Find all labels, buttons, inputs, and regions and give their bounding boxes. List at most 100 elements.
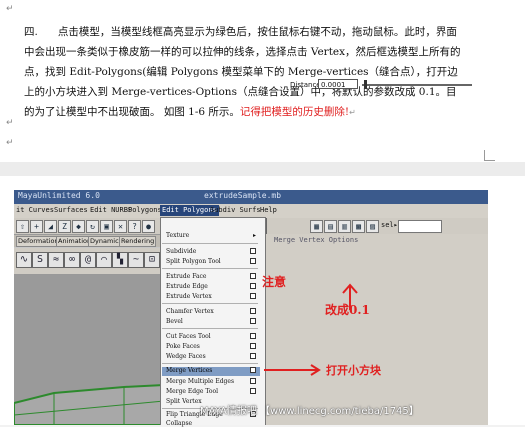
sel-input[interactable]	[398, 220, 442, 233]
menu-item-label: Merge Vertices	[166, 367, 213, 374]
menu-item-label: Split Polygon Tool	[166, 258, 221, 265]
right-arrow-icon	[264, 364, 321, 376]
s-curve-icon[interactable]: S	[32, 252, 48, 268]
menu-item-label: Subdivide	[166, 248, 197, 255]
menu-item-label: Split Vertex	[166, 398, 202, 405]
menu-item-label: Extrude Face	[166, 273, 207, 280]
viewport[interactable]	[14, 275, 165, 425]
spiral-icon[interactable]: @	[80, 252, 96, 268]
shelf: ∿ S ≈ ∞ @ ⌒ ▚ ~ ⊡	[14, 248, 164, 275]
menu-separator	[162, 243, 258, 244]
option-box-icon[interactable]	[250, 333, 256, 339]
menu-item-label: Merge Edge Tool	[166, 388, 219, 395]
menu-item-label: Texture	[166, 232, 190, 239]
menu-item-label: Cut Faces Tool	[166, 333, 211, 340]
menu-item-merge-edge-tool[interactable]: Merge Edge Tool	[166, 388, 260, 395]
option-box-icon[interactable]	[250, 283, 256, 289]
distance-label: Distance	[290, 81, 321, 89]
tilde-icon[interactable]: ~	[128, 252, 144, 268]
menu-item-label: Collapse	[166, 420, 193, 427]
window-titlebar: MayaUnlimited 6.0 extrudeSample.mb	[14, 190, 488, 204]
tab-rendering[interactable]: Rendering	[119, 236, 157, 247]
arc-icon[interactable]: ⌒	[96, 252, 112, 268]
window-title-right: extrudeSample.mb	[204, 191, 282, 200]
option-box-icon[interactable]	[250, 273, 256, 279]
menu-item-extrude-face[interactable]: Extrude Face	[166, 273, 260, 280]
option-box-icon[interactable]	[250, 353, 256, 359]
return-mark: ↵	[6, 118, 14, 128]
menu-separator	[162, 268, 258, 269]
menu-item-wedge-faces[interactable]: Wedge Faces	[166, 353, 260, 360]
annotation-open-box: 打开小方块	[326, 364, 381, 377]
menu-polygons[interactable]: Polygons	[128, 206, 162, 214]
return-mark: ↵	[349, 108, 356, 117]
menu-separator	[162, 303, 258, 304]
option-box-icon[interactable]	[250, 318, 256, 324]
distance-slider-thumb[interactable]	[364, 80, 367, 89]
menu-item-subdivide[interactable]: Subdivide	[166, 248, 260, 255]
curve-tool-icon[interactable]: ∿	[16, 252, 32, 268]
option-box-icon[interactable]	[250, 308, 256, 314]
sel-label: sel▸	[381, 221, 398, 229]
tab-deformation[interactable]: Deformation	[16, 236, 61, 247]
curve-icon[interactable]: Z	[58, 220, 71, 233]
menu-item-merge-multiple-edges[interactable]: Merge Multiple Edges	[166, 378, 260, 385]
option-box-icon[interactable]	[250, 378, 256, 384]
hypershade-icon[interactable]: ▩	[352, 220, 365, 233]
menu-separator	[162, 363, 258, 364]
menu-item-texture[interactable]: Texture ▸	[166, 232, 260, 239]
menu-item-cut-faces-tool[interactable]: Cut Faces Tool	[166, 333, 260, 340]
distance-input[interactable]: 0.0001	[318, 79, 358, 89]
menu-subdiv-surfs[interactable]: Subdiv Surfs	[210, 206, 261, 214]
menu-item-bevel[interactable]: Bevel	[166, 318, 260, 325]
distance-slider-track[interactable]	[362, 84, 472, 86]
face-icon[interactable]: ◆	[72, 220, 85, 233]
menu-item-extrude-vertex[interactable]: Extrude Vertex	[166, 293, 260, 300]
plus-icon[interactable]: +	[30, 220, 43, 233]
rotate-icon[interactable]: ↻	[86, 220, 99, 233]
ipr-icon[interactable]: ▤	[324, 220, 337, 233]
submenu-arrow-icon: ▸	[252, 232, 256, 239]
wave-icon[interactable]: ≈	[48, 252, 64, 268]
menu-item-merge-vertices[interactable]: Merge Vertices	[162, 367, 260, 376]
menu-item-collapse[interactable]: Collapse	[166, 420, 260, 427]
sphere-icon[interactable]: ●	[142, 220, 155, 233]
render-icon[interactable]: ▦	[310, 220, 323, 233]
return-mark: ↵	[6, 4, 14, 14]
menu-edit-nurbs[interactable]: Edit NURBS	[90, 206, 132, 214]
menu-item-split-polygon-tool[interactable]: Split Polygon Tool	[166, 258, 260, 265]
menu-item-poke-faces[interactable]: Poke Faces	[166, 343, 260, 350]
paragraph-text: 点击模型，当模型线框高亮显示为绿色后，按住鼠标右键不动，拖动鼠标。此时，界面中会…	[24, 26, 461, 118]
option-box-icon[interactable]	[250, 388, 256, 394]
option-box-icon[interactable]	[250, 258, 256, 264]
merge-vertices-option-box-icon[interactable]	[250, 367, 256, 373]
camera-icon[interactable]: ▨	[366, 220, 379, 233]
menu-item-label: Extrude Edge	[166, 283, 208, 290]
option-box-icon[interactable]	[250, 293, 256, 299]
menu-item-label: Bevel	[166, 318, 183, 325]
shelf-tabs: Deformation Animation Dynamics Rendering	[14, 235, 164, 247]
menu-item-chamfer-vertex[interactable]: Chamfer Vertex	[166, 308, 260, 315]
component-icon[interactable]: ▣	[100, 220, 113, 233]
select-icon[interactable]: ✕	[114, 220, 127, 233]
trim-icon[interactable]: ⊡	[144, 252, 160, 268]
annotation-note: 注意	[262, 275, 287, 289]
menu-help[interactable]: Help	[260, 206, 277, 214]
lasso-icon[interactable]: ◢	[44, 220, 57, 233]
loop-icon[interactable]: ∞	[64, 252, 80, 268]
render-settings-icon[interactable]: ▥	[338, 220, 351, 233]
tool-icon[interactable]: ⇧	[16, 220, 29, 233]
option-box-icon[interactable]	[250, 343, 256, 349]
option-box-icon[interactable]	[250, 248, 256, 254]
menu-surfaces[interactable]: Surfaces	[54, 206, 88, 214]
menu-item-extrude-edge[interactable]: Extrude Edge	[166, 283, 260, 290]
loft-icon[interactable]: ▚	[112, 252, 128, 268]
menu-separator	[162, 328, 258, 329]
window-title-left: MayaUnlimited 6.0	[18, 191, 100, 200]
merge-vertex-options-dialog: Merge Vertex Options	[266, 234, 488, 425]
menu-curves[interactable]: it Curves	[16, 206, 54, 214]
menu-item-label: Poke Faces	[166, 343, 200, 350]
red-note: 记得把模型的历史删除!	[239, 106, 350, 118]
query-icon[interactable]: ?	[128, 220, 141, 233]
menu-item-label: Extrude Vertex	[166, 293, 212, 300]
